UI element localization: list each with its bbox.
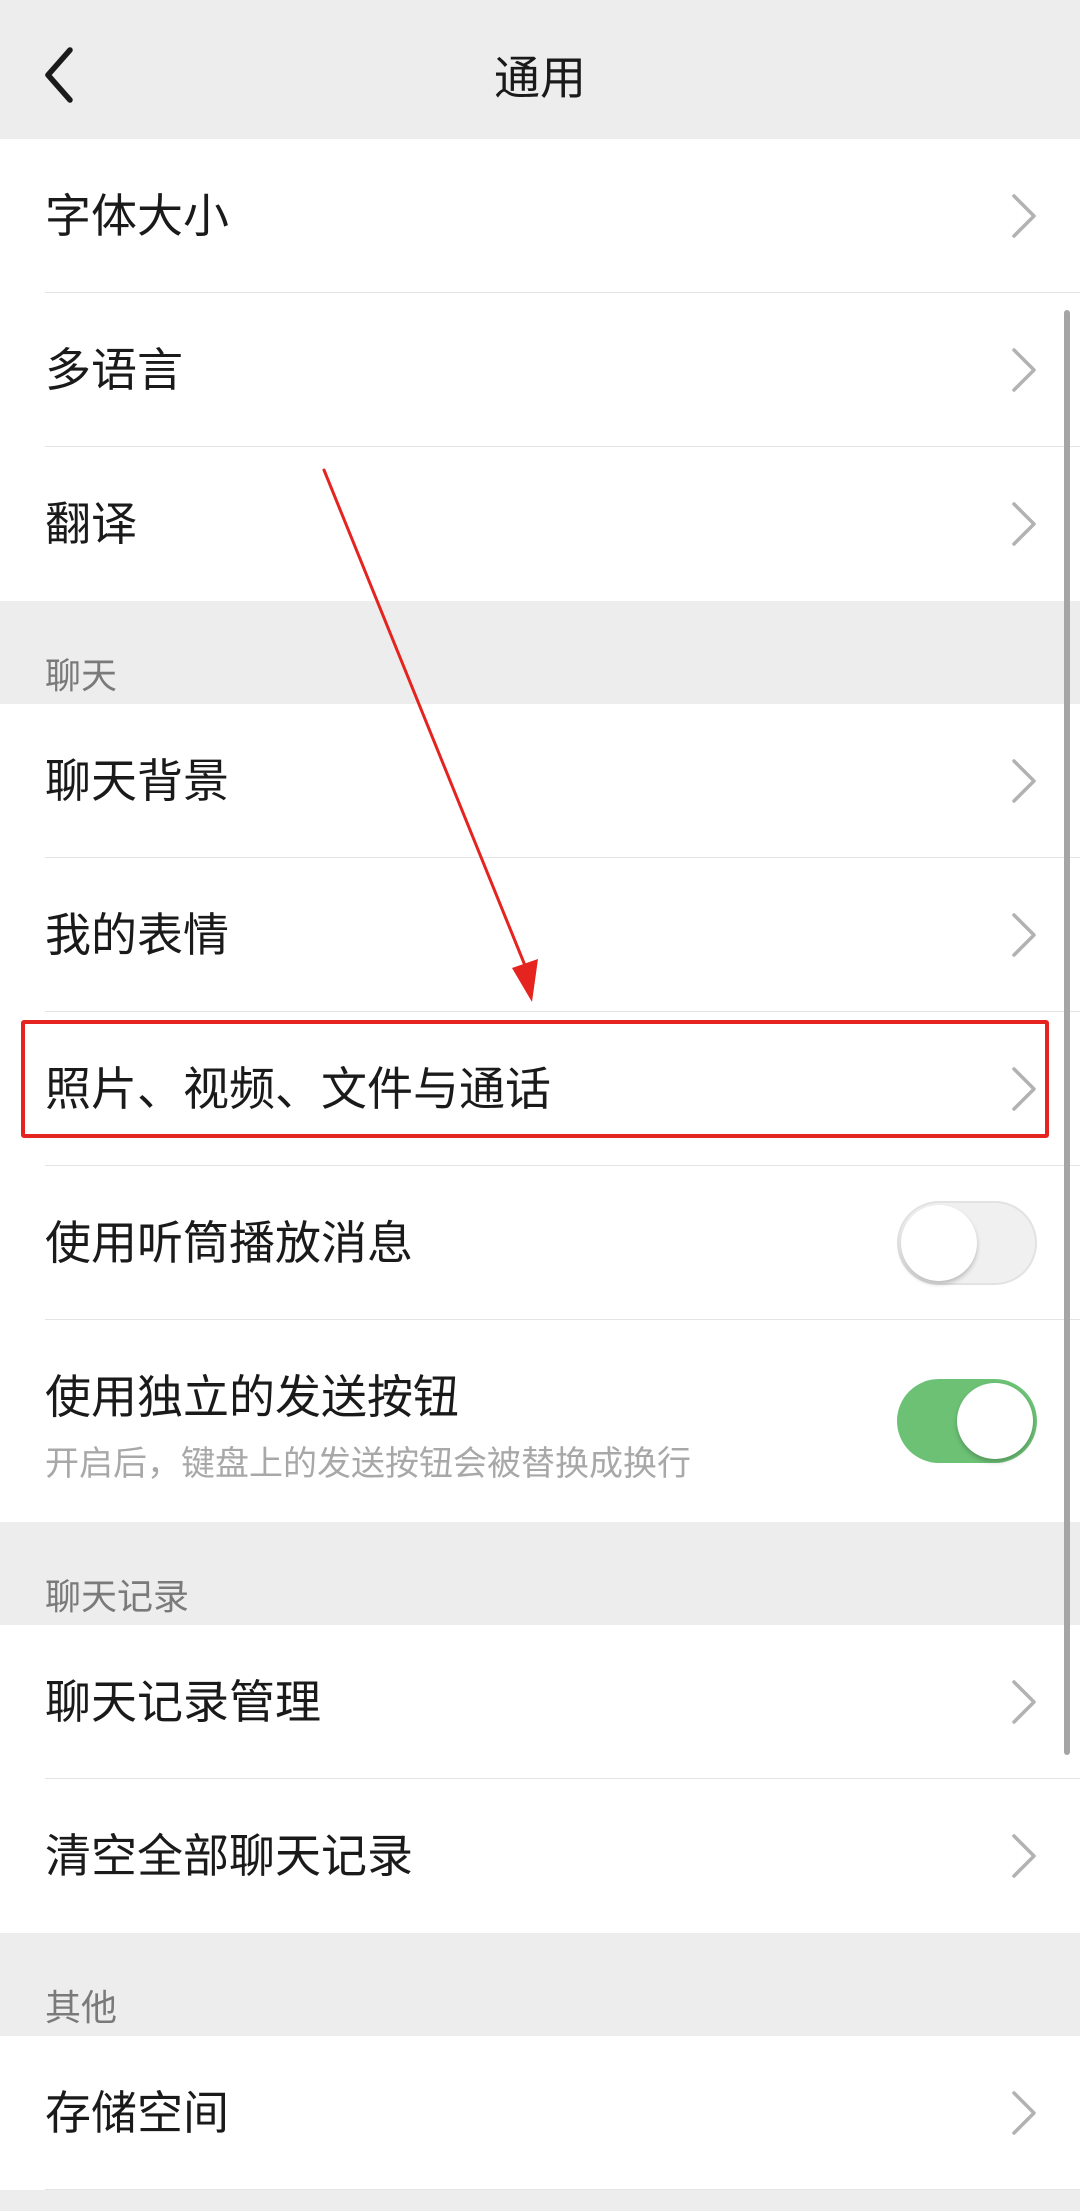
- section-header-label: 聊天: [45, 656, 118, 697]
- settings-item-label: 翻译: [45, 497, 137, 551]
- settings-group-display: 字体大小 多语言 翻译: [0, 139, 1080, 601]
- chevron-right-icon: [1012, 502, 1036, 546]
- section-header-chat-history: 聊天记录: [0, 1522, 1080, 1625]
- settings-item-language[interactable]: 多语言: [0, 293, 1080, 447]
- chevron-right-icon: [1012, 1680, 1036, 1724]
- settings-item-label: 使用听筒播放消息: [45, 1216, 413, 1270]
- chevron-right-icon: [1012, 2091, 1036, 2135]
- settings-item-label: 聊天背景: [45, 754, 229, 808]
- settings-item-my-stickers[interactable]: 我的表情: [0, 858, 1080, 1012]
- settings-screen: 通用 字体大小 多语言 翻译 聊天 聊天背景 我的表情 照片、视频、文件与通话 …: [0, 0, 1080, 2211]
- settings-group-other: 存储空间: [0, 2036, 1080, 2190]
- section-header-label: 聊天记录: [45, 1577, 190, 1618]
- chevron-right-icon: [1012, 913, 1036, 957]
- settings-item-manage-chat-history[interactable]: 聊天记录管理: [0, 1625, 1080, 1779]
- section-header-other: 其他: [0, 1933, 1080, 2036]
- section-header-label: 其他: [45, 1988, 118, 2029]
- toggle-knob: [901, 1205, 977, 1281]
- chevron-right-icon: [1012, 194, 1036, 238]
- settings-group-chat-history: 聊天记录管理 清空全部聊天记录: [0, 1625, 1080, 1933]
- settings-item-label: 使用独立的发送按钮: [45, 1370, 459, 1424]
- settings-item-label: 多语言: [45, 343, 183, 397]
- separate-send-button-toggle[interactable]: [897, 1379, 1037, 1463]
- settings-item-label: 存储空间: [45, 2086, 229, 2140]
- settings-item-font-size[interactable]: 字体大小: [0, 139, 1080, 293]
- section-header-chat: 聊天: [0, 601, 1080, 704]
- toggle-knob: [957, 1383, 1033, 1459]
- settings-item-label: 字体大小: [45, 189, 229, 243]
- settings-item-sublabel: 开启后，键盘上的发送按钮会被替换成换行: [45, 1444, 691, 1484]
- navigation-bar: 通用: [0, 0, 1080, 139]
- settings-item-label: 我的表情: [45, 908, 229, 962]
- settings-item-clear-chat-history[interactable]: 清空全部聊天记录: [0, 1779, 1080, 1933]
- settings-item-separate-send-button[interactable]: 使用独立的发送按钮 开启后，键盘上的发送按钮会被替换成换行: [0, 1320, 1080, 1522]
- settings-list: 字体大小 多语言 翻译 聊天 聊天背景 我的表情 照片、视频、文件与通话 使用听…: [0, 139, 1080, 2190]
- settings-item-label: 清空全部聊天记录: [45, 1829, 413, 1883]
- earpiece-playback-toggle[interactable]: [897, 1201, 1037, 1285]
- page-title: 通用: [494, 51, 586, 105]
- scrollbar[interactable]: [1064, 310, 1070, 1755]
- settings-item-label: 聊天记录管理: [45, 1675, 321, 1729]
- chevron-right-icon: [1012, 1834, 1036, 1878]
- settings-item-translate[interactable]: 翻译: [0, 447, 1080, 601]
- annotation-highlight-box: [21, 1020, 1049, 1138]
- chevron-right-icon: [1012, 348, 1036, 392]
- settings-item-earpiece-playback[interactable]: 使用听筒播放消息: [0, 1166, 1080, 1320]
- settings-item-storage[interactable]: 存储空间: [0, 2036, 1080, 2190]
- chevron-right-icon: [1012, 759, 1036, 803]
- settings-item-chat-background[interactable]: 聊天背景: [0, 704, 1080, 858]
